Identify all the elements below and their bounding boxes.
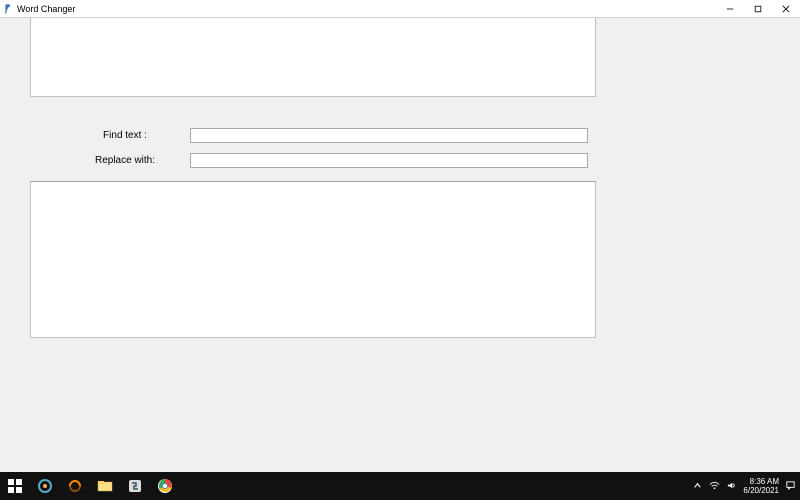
taskbar: 8:36 AM 6/20/2021 xyxy=(0,472,800,500)
maximize-button[interactable] xyxy=(744,0,772,18)
replace-input[interactable] xyxy=(190,153,588,168)
volume-icon[interactable] xyxy=(726,480,737,493)
replace-row: Replace with: xyxy=(60,152,588,169)
tray-chevron-icon[interactable] xyxy=(692,480,703,493)
taskbar-clock[interactable]: 8:36 AM 6/20/2021 xyxy=(743,477,779,495)
clock-time: 8:36 AM xyxy=(743,477,779,486)
find-input[interactable] xyxy=(190,128,588,143)
tk-feather-icon xyxy=(3,3,13,15)
input-textarea[interactable] xyxy=(30,18,596,97)
file-explorer-icon[interactable] xyxy=(90,472,120,500)
window-titlebar: Word Changer xyxy=(0,0,800,18)
client-area: Find text : Replace with: xyxy=(0,18,800,472)
taskbar-app-2[interactable] xyxy=(60,472,90,500)
start-button[interactable] xyxy=(0,472,30,500)
output-textarea[interactable] xyxy=(30,181,596,338)
chrome-icon[interactable] xyxy=(150,472,180,500)
clock-date: 6/20/2021 xyxy=(743,486,779,495)
minimize-button[interactable] xyxy=(716,0,744,18)
taskbar-app-python[interactable] xyxy=(120,472,150,500)
replace-label: Replace with: xyxy=(60,155,190,166)
find-label: Find text : xyxy=(60,130,190,141)
wifi-icon[interactable] xyxy=(709,480,720,493)
notifications-icon[interactable] xyxy=(785,480,796,493)
close-button[interactable] xyxy=(772,0,800,18)
window-title: Word Changer xyxy=(17,4,75,14)
system-tray: 8:36 AM 6/20/2021 xyxy=(692,477,800,495)
find-row: Find text : xyxy=(60,127,588,144)
taskbar-app-1[interactable] xyxy=(30,472,60,500)
taskbar-pinned xyxy=(0,472,180,500)
